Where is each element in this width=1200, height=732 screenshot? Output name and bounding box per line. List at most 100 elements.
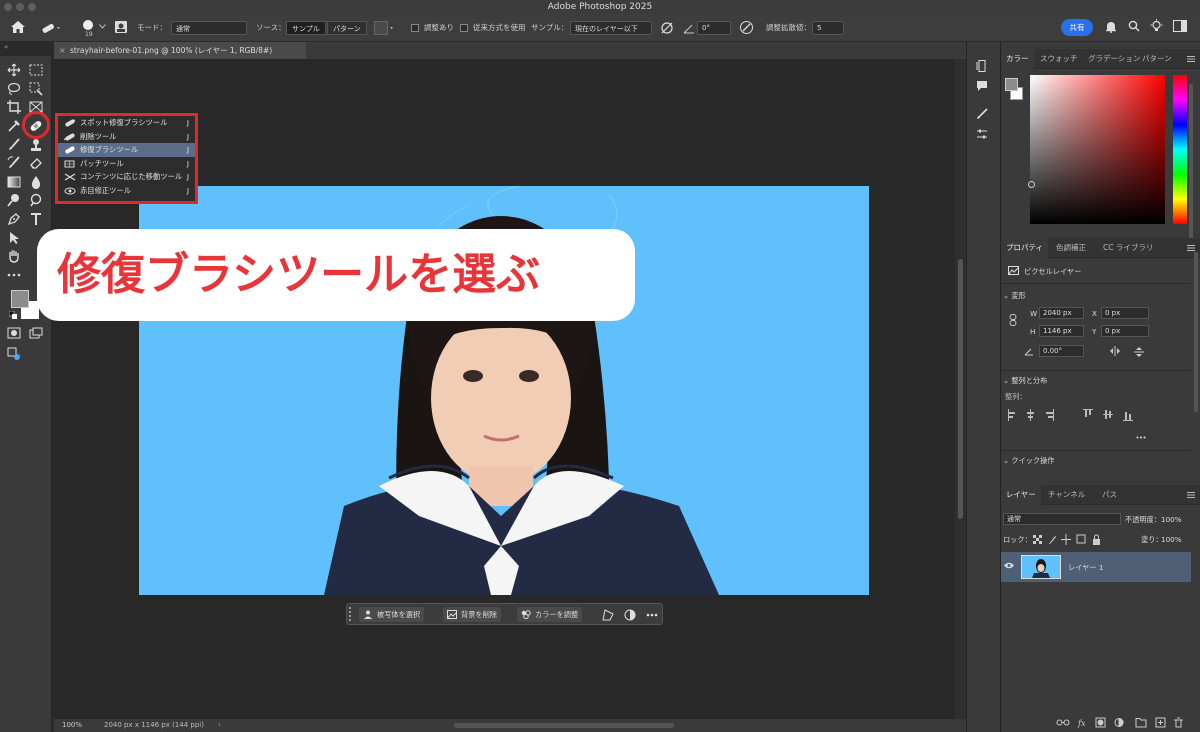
panel-menu-icon[interactable] xyxy=(1187,492,1195,498)
quick-actions-toggle[interactable]: ⌄ クイック操作 xyxy=(1003,456,1054,466)
rotation-field[interactable]: 0.00° xyxy=(1039,345,1084,357)
chevron-right-icon[interactable]: › xyxy=(218,719,221,732)
tab-channels[interactable]: チャンネル xyxy=(1043,485,1090,505)
brush-settings-icon[interactable] xyxy=(114,20,128,34)
pattern-swatch-icon[interactable] xyxy=(374,21,396,35)
select-subject-button[interactable]: 被写体を選択 xyxy=(359,607,425,622)
color-picker-field[interactable] xyxy=(1028,75,1165,224)
hand-tool-icon[interactable] xyxy=(3,247,25,265)
eraser-tool-icon[interactable] xyxy=(25,154,47,172)
lasso-tool-icon[interactable] xyxy=(3,80,25,98)
chevron-down-icon[interactable] xyxy=(99,24,106,29)
zoom-level[interactable]: 100% xyxy=(62,719,82,732)
tab-patterns[interactable]: パターン xyxy=(1137,49,1177,69)
ignore-adjustment-layers-icon[interactable] xyxy=(660,21,674,35)
pen-tool-icon[interactable] xyxy=(3,210,25,228)
legacy-checkbox[interactable] xyxy=(460,24,468,32)
tab-paths[interactable]: パス xyxy=(1097,485,1122,505)
tab-cc-libraries[interactable]: CC ライブラリ xyxy=(1098,238,1158,258)
flyout-item-remove-tool[interactable]: 削除ツール J xyxy=(58,130,195,144)
history-panel-icon[interactable] xyxy=(976,60,988,72)
history-brush-tool-icon[interactable] xyxy=(3,154,25,172)
source-pattern-button[interactable]: パターン xyxy=(327,21,367,35)
panel-foreground-swatch[interactable] xyxy=(1005,78,1018,91)
brush-tool-icon[interactable] xyxy=(3,136,25,154)
fill-value[interactable]: 100% xyxy=(1161,535,1182,544)
flip-horizontal-icon[interactable] xyxy=(1109,346,1121,356)
minimize-window-button[interactable] xyxy=(16,3,24,11)
more-options-icon[interactable] xyxy=(646,613,658,617)
gradient-tool-icon[interactable] xyxy=(3,173,25,191)
diffusion-select[interactable]: 5 xyxy=(812,21,844,35)
horizontal-scrollbar[interactable] xyxy=(454,723,674,728)
default-colors-icon[interactable] xyxy=(9,311,17,319)
remove-background-button[interactable]: 背景を削除 xyxy=(443,607,501,622)
marquee-tool-icon[interactable] xyxy=(25,61,47,79)
share-button[interactable]: 共有 xyxy=(1061,19,1093,36)
more-tools-icon[interactable] xyxy=(3,266,25,284)
height-field[interactable]: 1146 px xyxy=(1039,325,1084,337)
layer-row[interactable]: レイヤー 1 xyxy=(1001,552,1191,582)
foreground-color-swatch[interactable] xyxy=(11,290,29,308)
sample-select[interactable]: 現在のレイヤー以下 xyxy=(570,21,652,35)
home-icon[interactable] xyxy=(10,20,26,34)
brush-settings-panel-icon[interactable] xyxy=(976,108,988,120)
mode-select[interactable]: 通常 xyxy=(171,21,247,35)
layers-footer-icons[interactable]: fx xyxy=(1056,717,1186,728)
hue-slider[interactable] xyxy=(1173,75,1187,224)
edit-toolbar-icon[interactable] xyxy=(3,345,25,363)
pressure-size-icon[interactable] xyxy=(739,20,754,35)
transform-icon[interactable] xyxy=(602,609,614,621)
close-window-button[interactable] xyxy=(4,3,12,11)
brush-preview-icon[interactable] xyxy=(83,20,93,30)
align-section-toggle[interactable]: ⌄ 整列と分布 xyxy=(1003,376,1047,386)
adjustments-panel-icon[interactable] xyxy=(976,128,988,140)
collapse-panel-icon[interactable]: « xyxy=(4,43,8,51)
bell-icon[interactable] xyxy=(1105,20,1117,33)
angle-field[interactable]: 0° xyxy=(697,21,731,35)
layer-name[interactable]: レイヤー 1 xyxy=(1068,563,1103,573)
flyout-item-healing-brush[interactable]: 修復ブラシツール J xyxy=(58,143,195,157)
object-selection-tool-icon[interactable] xyxy=(25,80,47,98)
tab-color[interactable]: カラー xyxy=(1001,49,1034,69)
crop-tool-icon[interactable] xyxy=(3,98,25,116)
adjustment-icon[interactable] xyxy=(624,609,636,621)
tab-adjustments[interactable]: 色調補正 xyxy=(1051,238,1091,258)
quick-mask-icon[interactable] xyxy=(3,324,25,342)
flyout-item-red-eye[interactable]: 赤目修正ツール J xyxy=(58,184,195,198)
flyout-item-patch-tool[interactable]: パッチツール J xyxy=(58,157,195,171)
tab-layers[interactable]: レイヤー xyxy=(1001,485,1041,505)
dodge-tool-icon[interactable] xyxy=(3,191,25,209)
screen-mode-icon[interactable] xyxy=(25,324,47,342)
tab-properties[interactable]: プロパティ xyxy=(1001,238,1049,258)
x-field[interactable]: 0 px xyxy=(1101,307,1149,319)
document-tab[interactable]: × strayhair-before-01.png @ 100% (レイヤー 1… xyxy=(54,42,306,59)
panel-menu-icon[interactable] xyxy=(1187,245,1195,251)
transform-section-toggle[interactable]: ⌄ 変形 xyxy=(1003,291,1026,301)
blur-tool-icon[interactable] xyxy=(25,173,47,191)
canvas-vertical-scrollbar[interactable] xyxy=(955,59,966,719)
panel-menu-icon[interactable] xyxy=(1187,56,1195,62)
layer-thumbnail[interactable] xyxy=(1021,555,1061,579)
color-panel-scrollbar[interactable] xyxy=(1189,84,1193,242)
path-selection-tool-icon[interactable] xyxy=(3,229,25,247)
link-icon[interactable] xyxy=(1009,314,1017,326)
more-align-options-icon[interactable] xyxy=(1136,436,1146,439)
document-info[interactable]: 2040 px x 1146 px (144 ppi) xyxy=(104,719,204,732)
tab-swatches[interactable]: スウォッチ xyxy=(1035,49,1083,69)
source-sample-button[interactable]: サンプル xyxy=(286,21,326,35)
aligned-checkbox[interactable] xyxy=(411,24,419,32)
discover-lightbulb-icon[interactable] xyxy=(1150,19,1163,33)
workspace-icon[interactable] xyxy=(1173,20,1187,32)
flyout-item-content-aware-move[interactable]: コンテンツに応じた移動ツール J xyxy=(58,170,195,184)
close-tab-icon[interactable]: × xyxy=(59,42,66,59)
search-icon[interactable] xyxy=(1128,20,1140,32)
clone-stamp-tool-icon[interactable] xyxy=(25,136,47,154)
type-tool-icon[interactable] xyxy=(25,210,47,228)
adjust-color-button[interactable]: カラーを調整 xyxy=(517,607,583,622)
tab-gradients[interactable]: グラデーション xyxy=(1083,49,1145,69)
blend-mode-select[interactable]: 通常 xyxy=(1003,513,1121,525)
zoom-window-button[interactable] xyxy=(28,3,36,11)
width-field[interactable]: 2040 px xyxy=(1039,307,1084,319)
properties-scrollbar[interactable] xyxy=(1194,252,1198,412)
